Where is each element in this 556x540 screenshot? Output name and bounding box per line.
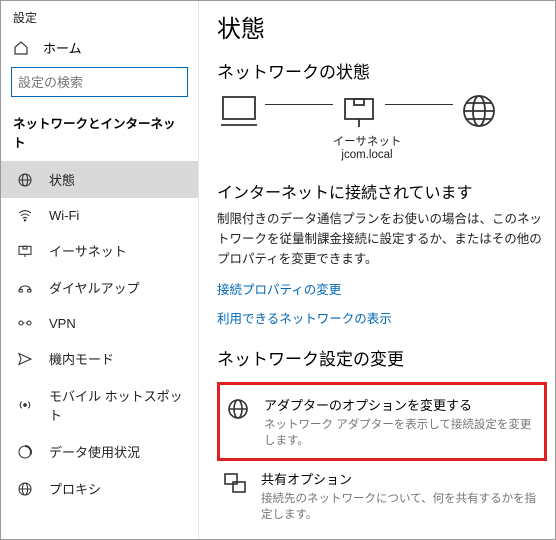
connected-status: インターネットに接続されています	[217, 179, 549, 203]
network-status-heading: ネットワークの状態	[217, 58, 549, 83]
change-network-settings-heading: ネットワーク設定の変更	[217, 345, 549, 370]
search-box[interactable]	[11, 67, 188, 97]
ethernet-labels: イーサネット jcom.local	[327, 133, 407, 161]
sidebar-item-label: Wi-Fi	[49, 208, 79, 223]
home-label: ホーム	[43, 38, 82, 57]
pc-node	[219, 93, 259, 129]
sidebar-item-airplane[interactable]: 機内モード	[1, 340, 198, 377]
dialup-icon	[17, 280, 33, 296]
sidebar-item-label: データ使用状況	[49, 442, 140, 461]
proxy-icon	[17, 481, 33, 497]
connector-line	[385, 104, 453, 105]
main-content: 状態 ネットワークの状態 イーサネット jcom.	[199, 1, 555, 539]
sharing-options-row[interactable]: 共有オプション 接続先のネットワークについて、何を共有するかを指定します。	[217, 461, 549, 530]
globe-icon	[17, 172, 33, 188]
globe-node	[459, 93, 499, 129]
ethernet-label: イーサネット	[327, 133, 407, 149]
sidebar-item-label: モバイル ホットスポット	[49, 386, 186, 424]
ethernet-domain: jcom.local	[327, 149, 407, 161]
home-icon	[13, 40, 29, 56]
row-subtitle: ネットワーク アダプターを表示して接続設定を変更します。	[264, 416, 538, 448]
sidebar-item-vpn[interactable]: VPN	[1, 306, 198, 340]
change-connection-properties-link[interactable]: 接続プロパティの変更	[217, 279, 549, 298]
ethernet-node	[339, 93, 379, 129]
row-title: ネットワークのトラブルシューティング ツール	[261, 538, 537, 539]
sidebar-item-label: VPN	[49, 316, 76, 331]
vpn-icon	[17, 315, 33, 331]
sidebar-item-label: 状態	[49, 170, 75, 189]
sidebar-item-label: イーサネット	[49, 241, 127, 260]
row-title: アダプターのオプションを変更する	[264, 395, 538, 414]
change-adapter-options-row[interactable]: アダプターのオプションを変更する ネットワーク アダプターを表示して接続設定を変…	[217, 382, 547, 461]
metered-description: 制限付きのデータ通信プランをお使いの場合は、このネットワークを従量制課金接続に設…	[217, 209, 549, 269]
sharing-icon	[223, 471, 247, 495]
sidebar-item-status[interactable]: 状態	[1, 161, 198, 198]
search-input[interactable]	[18, 75, 194, 90]
wifi-icon	[17, 207, 33, 223]
sidebar-item-label: ダイヤルアップ	[49, 278, 140, 297]
network-diagram	[217, 93, 549, 129]
row-title: 共有オプション	[261, 469, 543, 488]
data-usage-icon	[17, 444, 33, 460]
sidebar: 設定 ホーム ネットワークとインターネット 状態 Wi-Fi	[1, 1, 199, 539]
sidebar-item-proxy[interactable]: プロキシ	[1, 470, 198, 507]
row-subtitle: 接続先のネットワークについて、何を共有するかを指定します。	[261, 490, 543, 522]
connector-line	[265, 104, 333, 105]
sidebar-item-ethernet[interactable]: イーサネット	[1, 232, 198, 269]
adapter-icon	[226, 397, 250, 421]
troubleshoot-row[interactable]: ネットワークのトラブルシューティング ツール ネットワークの問題を診断し、解決し…	[217, 530, 549, 539]
page-title: 状態	[217, 9, 549, 44]
show-available-networks-link[interactable]: 利用できるネットワークの表示	[217, 308, 549, 327]
sidebar-item-label: 機内モード	[49, 349, 114, 368]
globe-big-icon	[459, 93, 499, 129]
sidebar-item-wifi[interactable]: Wi-Fi	[1, 198, 198, 232]
app-title: 設定	[1, 7, 198, 32]
pc-icon	[219, 93, 259, 129]
ethernet-port-icon	[339, 93, 379, 129]
ethernet-icon	[17, 243, 33, 259]
home-button[interactable]: ホーム	[1, 32, 198, 67]
sidebar-item-label: プロキシ	[49, 479, 101, 498]
sidebar-item-datausage[interactable]: データ使用状況	[1, 433, 198, 470]
hotspot-icon	[17, 397, 33, 413]
sidebar-item-hotspot[interactable]: モバイル ホットスポット	[1, 377, 198, 433]
sidebar-section-label: ネットワークとインターネット	[1, 109, 198, 161]
sidebar-item-dialup[interactable]: ダイヤルアップ	[1, 269, 198, 306]
airplane-icon	[17, 351, 33, 367]
